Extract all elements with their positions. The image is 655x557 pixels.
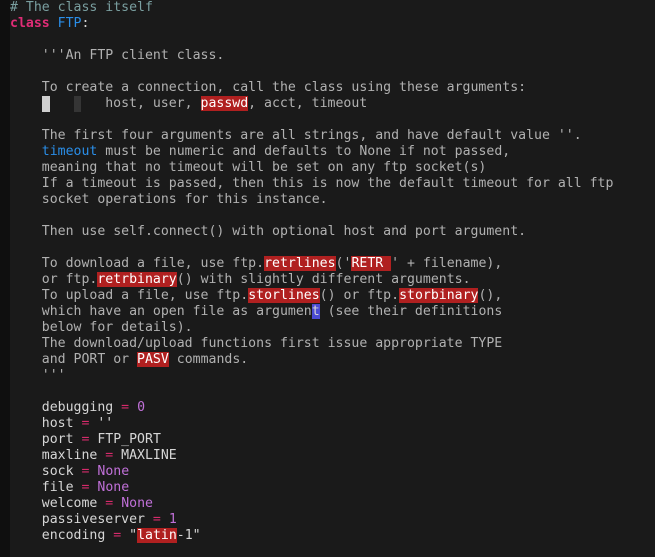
code-line[interactable]: socket operations for this instance. [10,192,328,207]
code-line[interactable]: maxline = MAXLINE [10,448,177,463]
code-token [129,400,137,415]
code-token: meaning that no timeout will be set on a… [10,160,486,175]
code-token: Then use self.connect() with optional ho… [10,224,526,239]
code-token [10,96,42,111]
code-token: " [121,528,137,543]
code-token: timeout [42,144,98,159]
code-token: If a timeout is passed, then this is now… [10,176,613,191]
code-token: '' [89,416,113,431]
code-token [50,96,74,111]
code-token: storbinary [399,288,478,303]
code-token: passiveserver [10,512,153,527]
code-line[interactable]: file = None [10,480,129,495]
code-token: below for details). [10,320,193,335]
code-token: : [81,16,89,31]
code-token: 1 [169,512,177,527]
code-token: host [10,416,81,431]
code-line[interactable]: welcome = None [10,496,153,511]
code-token [42,96,50,112]
code-token [161,512,169,527]
code-token: = [113,528,121,543]
code-token: passwd [201,96,249,111]
code-token: PASV [137,352,169,367]
code-line[interactable]: # The class itself [10,0,153,15]
code-token: (), [478,288,502,303]
code-line[interactable]: To download a file, use ftp.retrlines('R… [10,256,502,271]
code-line[interactable]: debugging = 0 [10,400,145,415]
code-token: To upload a file, use ftp. [10,288,248,303]
code-line[interactable]: Then use self.connect() with optional ho… [10,224,526,239]
code-line[interactable]: meaning that no timeout will be set on a… [10,160,486,175]
code-line[interactable]: The first four arguments are all strings… [10,128,582,143]
code-token [113,496,121,511]
code-token: 0 [137,400,145,415]
code-line[interactable]: '''An FTP client class. [10,48,224,63]
code-line[interactable]: and PORT or PASV commands. [10,352,248,367]
code-line[interactable]: timeout must be numeric and defaults to … [10,144,510,159]
code-token: -1" [177,528,201,543]
code-token: The first four arguments are all strings… [10,128,582,143]
code-token: encoding [10,528,113,543]
code-line[interactable]: encoding = "latin-1" [10,528,201,543]
code-token: sock [10,464,81,479]
code-token: RETR [351,256,391,271]
code-token: (' [336,256,352,271]
code-line[interactable]: port = FTP_PORT [10,432,161,447]
code-token: = [121,400,129,415]
code-line[interactable]: To upload a file, use ftp.storlines() or… [10,288,502,303]
code-token: () or ftp. [320,288,399,303]
code-token: None [97,480,129,495]
code-token: and PORT or [10,352,137,367]
code-token: MAXLINE [113,448,177,463]
code-token: retrbinary [97,272,176,287]
code-token: # The class itself [10,0,153,15]
code-token: None [97,464,129,479]
code-token: ''' [10,368,66,383]
code-line[interactable]: below for details). [10,320,193,335]
code-token: storlines [248,288,319,303]
code-token: latin [137,528,177,543]
code-token: To download a file, use ftp. [10,256,264,271]
code-line[interactable]: host = '' [10,416,113,431]
code-line[interactable]: passiveserver = 1 [10,512,177,527]
editor-gutter [0,0,10,557]
code-line[interactable]: which have an open file as argument (see… [10,304,502,319]
code-token: or ftp. [10,272,97,287]
code-token: debugging [10,400,121,415]
code-token: (see their definitions [320,304,503,319]
code-token: () with slightly different arguments. [177,272,471,287]
code-line[interactable]: or ftp.retrbinary() with slightly differ… [10,272,471,287]
code-token: The download/upload functions first issu… [10,336,502,351]
code-token: welcome [10,496,105,511]
code-token: '''An FTP client class. [10,48,224,63]
code-token: class [10,16,58,31]
code-token: socket operations for this instance. [10,192,328,207]
code-token: file [10,480,81,495]
code-token: = [153,512,161,527]
code-token: FTP_PORT [89,432,160,447]
code-token: t [312,304,320,319]
code-line[interactable]: class FTP: [10,16,89,31]
code-token: must be numeric and defaults to None if … [97,144,510,159]
code-token: , acct, timeout [248,96,367,111]
code-token: FTP [58,16,82,31]
code-line[interactable]: host, user, passwd, acct, timeout [10,96,367,111]
code-line[interactable]: If a timeout is passed, then this is now… [10,176,613,191]
code-token: retrlines [264,256,335,271]
code-line[interactable]: To create a connection, call the class u… [10,80,526,95]
code-token: commands. [169,352,248,367]
code-token: maxline [10,448,105,463]
code-line[interactable]: The download/upload functions first issu… [10,336,502,351]
code-editor[interactable]: # The class itself class FTP: '''An FTP … [10,0,655,557]
code-token: None [121,496,153,511]
code-line[interactable]: ''' [10,368,66,383]
code-token: ' + filename), [391,256,502,271]
code-token: To create a connection, call the class u… [10,80,526,95]
code-token: port [10,432,81,447]
code-token: host, user, [81,96,200,111]
code-token [10,144,42,159]
code-line[interactable]: sock = None [10,464,129,479]
code-token: which have an open file as argumen [10,304,312,319]
